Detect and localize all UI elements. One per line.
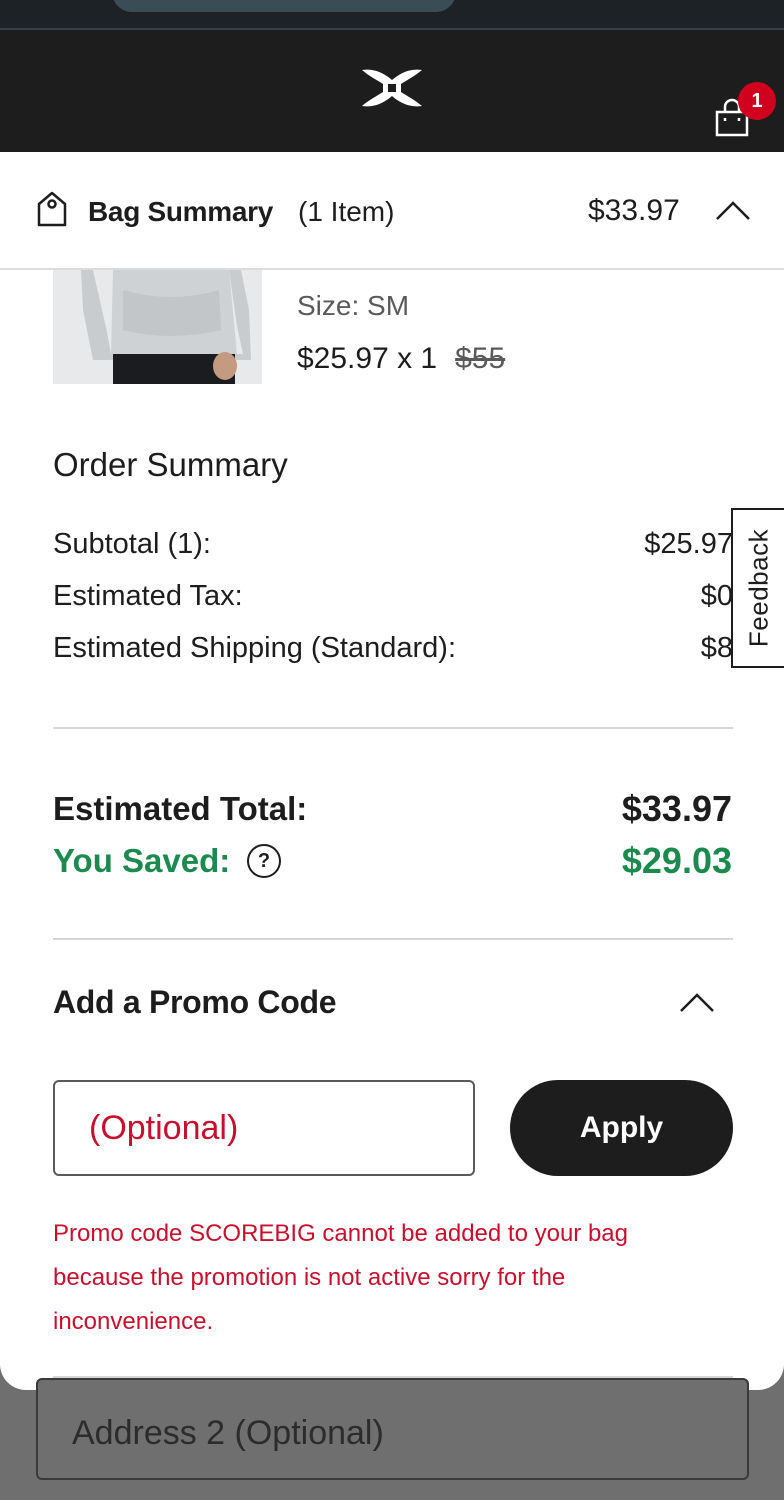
row-label: Estimated Tax: <box>53 580 243 612</box>
bag-summary-price: $33.97 <box>588 194 680 227</box>
feedback-tab[interactable]: Feedback <box>731 508 784 668</box>
row-label: Subtotal (1): <box>53 528 211 560</box>
estimated-total-label: Estimated Total: <box>53 790 308 827</box>
row-label: Estimated Shipping (Standard): <box>53 632 456 664</box>
promo-code-input[interactable] <box>53 1080 475 1176</box>
order-summary-title: Order Summary <box>53 446 288 483</box>
apply-button[interactable]: Apply <box>510 1080 733 1176</box>
estimated-total-value: $33.97 <box>621 788 732 829</box>
address-2-placeholder: Address 2 (Optional) <box>72 1414 384 1452</box>
product-original-price: $55 <box>455 342 506 375</box>
summary-row-tax: Estimated Tax: $0 <box>53 580 733 613</box>
top-strip <box>0 0 784 30</box>
you-saved-label: You Saved: <box>53 842 231 879</box>
address-bar-pill <box>112 0 456 12</box>
site-header: 1 <box>0 30 784 152</box>
bag-count-badge: 1 <box>738 82 776 120</box>
bag-item-count: (1 Item) <box>298 196 395 227</box>
product-price-line: $25.97 x 1 $55 <box>297 342 505 376</box>
row-value: $8 <box>700 632 733 664</box>
chevron-up-icon[interactable] <box>678 990 716 1014</box>
feedback-label: Feedback <box>743 528 773 648</box>
row-value: $25.97 <box>644 528 733 560</box>
address-2-field[interactable]: Address 2 (Optional) <box>36 1378 749 1480</box>
you-saved-value: $29.03 <box>621 840 732 881</box>
under-armour-logo[interactable] <box>357 66 427 110</box>
summary-row-shipping: Estimated Shipping (Standard): $8 <box>53 632 733 665</box>
bag-summary-title: Bag Summary <box>88 196 273 227</box>
divider <box>53 727 733 729</box>
bag-summary-sheet: Bag Summary (1 Item) $33.97 Size: SM $25… <box>0 152 784 1390</box>
product-size: Size: SM <box>297 290 410 321</box>
chevron-up-icon[interactable] <box>714 198 752 222</box>
help-icon[interactable]: ? <box>247 844 281 878</box>
summary-row-subtotal: Subtotal (1): $25.97 <box>53 528 733 561</box>
product-price: $25.97 x 1 <box>297 342 438 375</box>
promo-error-message: Promo code SCOREBIG cannot be added to y… <box>53 1220 629 1335</box>
promo-code-title[interactable]: Add a Promo Code <box>53 984 337 1021</box>
divider <box>53 938 733 940</box>
row-value: $0 <box>700 580 733 612</box>
product-image[interactable] <box>53 270 262 384</box>
tag-icon <box>37 191 67 227</box>
bag-summary-toggle[interactable]: Bag Summary (1 Item) $33.97 <box>0 152 784 270</box>
